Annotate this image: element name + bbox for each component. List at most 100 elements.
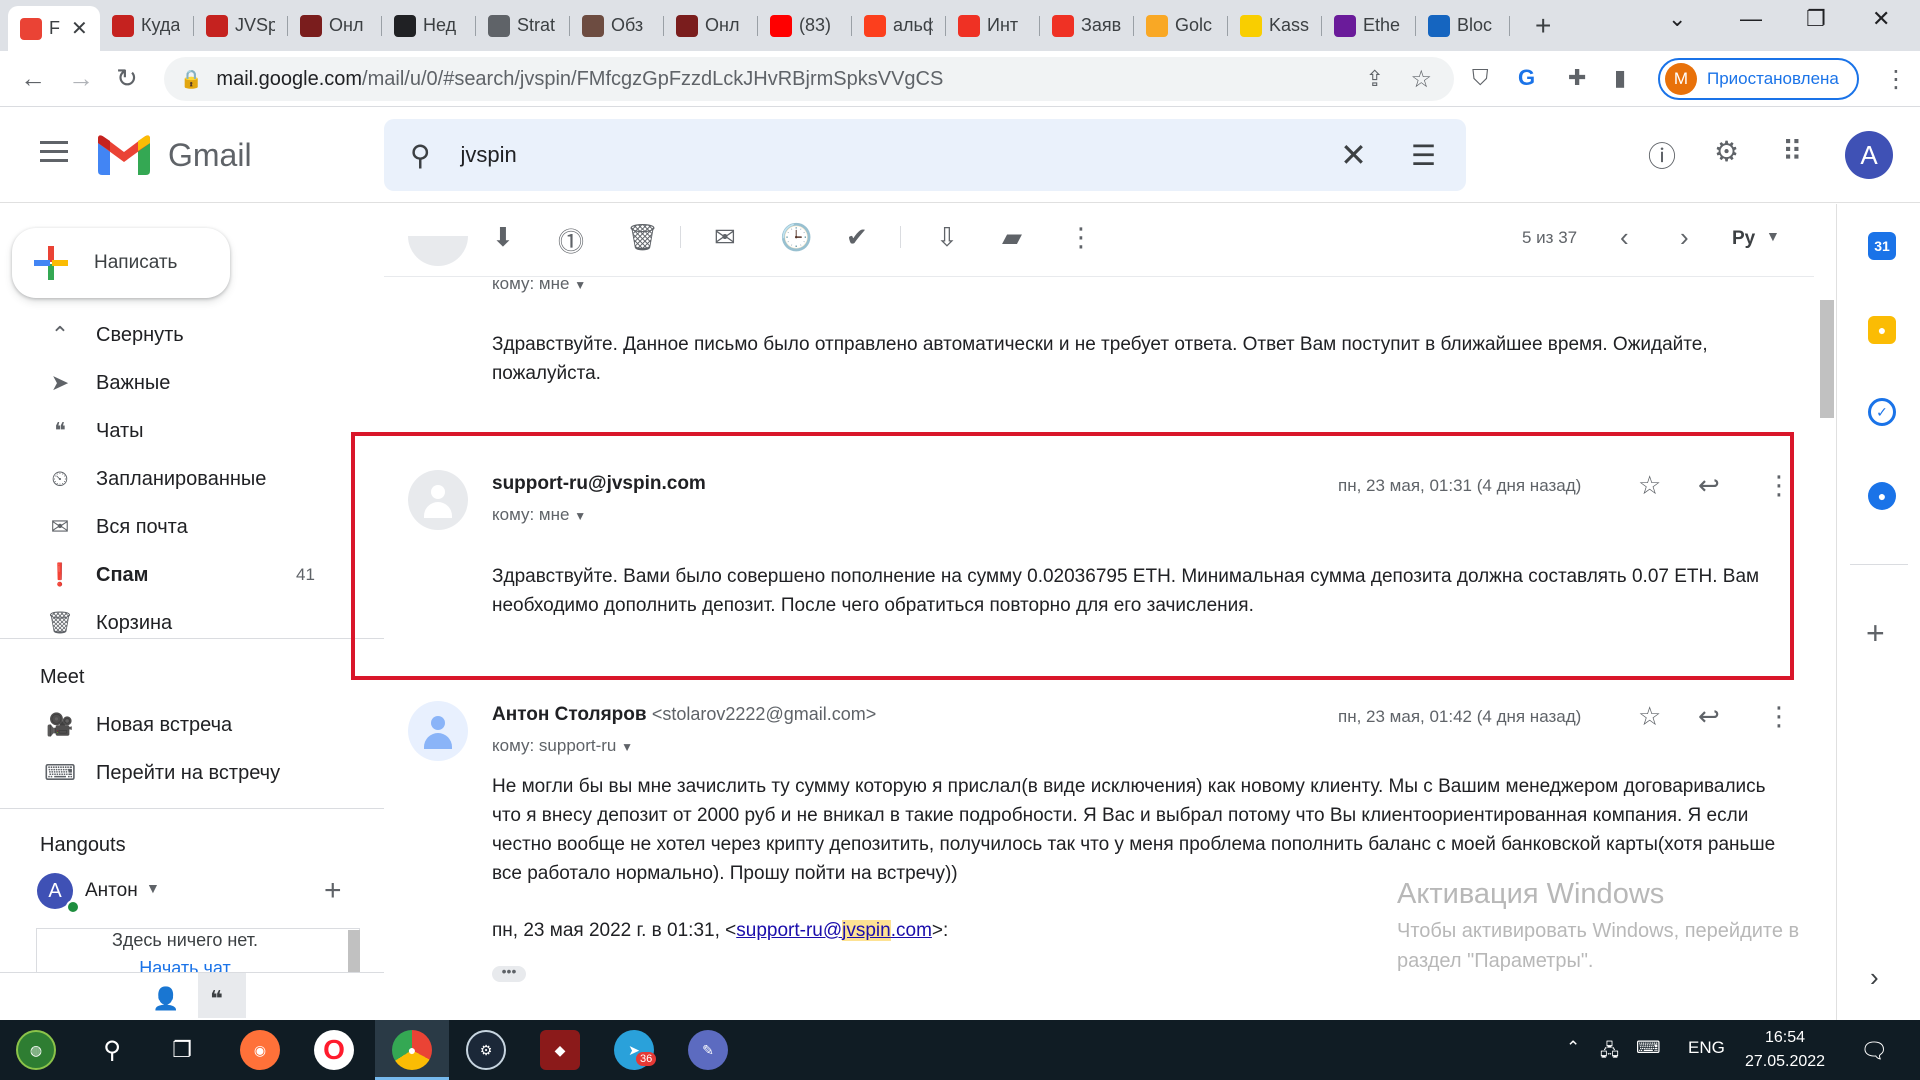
left-scrollbar[interactable] (348, 930, 360, 972)
tasks-icon[interactable]: ✓ (1868, 398, 1896, 426)
browser-tab[interactable]: альф (852, 8, 946, 43)
side-panel-icon[interactable]: ▮ (1614, 65, 1626, 91)
label-icon[interactable]: ▰ (1002, 222, 1022, 253)
shield-extension-icon[interactable]: ⛉ (1472, 65, 1489, 91)
new-tab-button[interactable]: + (1535, 10, 1551, 42)
browser-tab[interactable]: JVSp (194, 8, 288, 43)
browser-tab[interactable]: Ethe (1322, 8, 1416, 43)
restore-window-button[interactable]: ❐ (1806, 6, 1826, 32)
sidebar-item-spam[interactable]: ❗ Спам 41 (0, 553, 380, 597)
notifications-icon[interactable]: 🗨 (1860, 1038, 1888, 1064)
close-tab-icon[interactable]: ✕ (71, 16, 88, 41)
quoted-email-link[interactable]: support-ru@jvspin.com (736, 920, 932, 941)
compose-button[interactable]: Написать (12, 228, 230, 298)
search-input[interactable]: jvspin (461, 142, 1341, 168)
sender-name[interactable]: Антон Столяров <stolarov2222@gmail.com> (492, 704, 876, 726)
keyboard-icon[interactable]: ⌨ (1636, 1038, 1661, 1058)
search-icon[interactable]: ⚲ (410, 139, 431, 172)
browser-tab[interactable]: Bloc (1416, 8, 1510, 43)
sidebar-item-all-mail[interactable]: ✉ Вся почта (0, 505, 380, 549)
browser-tab[interactable]: Golc (1134, 8, 1228, 43)
recipient-line[interactable]: кому: мне ▼ (492, 274, 586, 294)
meet-item-video[interactable]: 🎥 Новая встреча (0, 703, 380, 747)
archive-icon[interactable]: ⬇ (492, 222, 514, 253)
opera-icon[interactable]: O (314, 1030, 354, 1070)
older-chevron-right-icon[interactable]: › (1680, 222, 1689, 253)
start-shell-icon[interactable]: ◍ (16, 1030, 56, 1070)
gmail-logo[interactable]: Gmail (98, 135, 252, 175)
forward-button[interactable]: → (68, 63, 94, 94)
input-language[interactable]: ENG (1688, 1038, 1725, 1058)
browser-tab[interactable]: Kass (1228, 8, 1322, 43)
browser-tab[interactable]: Онл (664, 8, 758, 43)
search-magnifier-icon[interactable]: ⚲ (92, 1030, 132, 1070)
clear-search-icon[interactable]: ✕ (1340, 136, 1367, 174)
mark-unread-icon[interactable]: ✉ (714, 222, 736, 253)
main-scrollbar[interactable] (1820, 300, 1834, 418)
close-window-button[interactable]: ✕ (1872, 6, 1890, 32)
browser-tab[interactable]: Обз (570, 8, 664, 43)
contacts-icon[interactable]: ● (1868, 482, 1896, 510)
meet-item-keyboard[interactable]: ⌨ Перейти на встречу (0, 751, 380, 795)
browser-tab[interactable]: Куда (100, 8, 194, 43)
show-trimmed-content-button[interactable]: ••• (492, 964, 526, 982)
mail-search-bar[interactable]: ⚲ jvspin ✕ ☰ (384, 119, 1466, 191)
sidebar-item-chat[interactable]: ❝ Чаты (0, 409, 380, 453)
network-icon[interactable]: 🖧 (1600, 1038, 1619, 1067)
sidebar-item-chevron-up[interactable]: ⌃ Свернуть (0, 313, 380, 357)
tab-search-chevron-icon[interactable]: ⌄ (1668, 6, 1686, 32)
system-clock[interactable]: 16:54 27.05.2022 (1740, 1026, 1830, 1074)
steam-icon[interactable]: ⚙ (466, 1030, 506, 1070)
paint-icon[interactable]: ✎ (688, 1030, 728, 1070)
star-icon[interactable]: ☆ (1638, 701, 1661, 732)
new-chat-plus-icon[interactable]: + (324, 874, 342, 908)
hangouts-chat-icon[interactable]: ❝ (210, 986, 223, 1012)
search-options-icon[interactable]: ☰ (1411, 139, 1436, 172)
start-chat-link[interactable]: Начать чат (0, 958, 370, 972)
report-spam-icon[interactable]: ⓵ (558, 222, 584, 259)
account-avatar[interactable]: A (1845, 131, 1893, 179)
newer-chevron-left-icon[interactable]: ‹ (1620, 222, 1629, 253)
input-tools-language[interactable]: Ру (1732, 228, 1755, 250)
sidebar-item-important-label[interactable]: ➤ Важные (0, 361, 380, 405)
more-actions-icon[interactable]: ⋮ (1068, 222, 1094, 253)
browser-tab[interactable]: Заяв (1040, 8, 1134, 43)
help-icon[interactable]: ⓘ (1648, 135, 1676, 175)
calendar-icon[interactable]: 31 (1868, 232, 1896, 260)
move-to-icon[interactable]: ⇩ (936, 222, 958, 253)
reload-button[interactable]: ↻ (116, 63, 138, 94)
apps-grid-icon[interactable]: ⠿ (1782, 135, 1803, 168)
back-button[interactable]: ← (20, 63, 46, 94)
tray-expand-chevron-icon[interactable]: ⌃ (1566, 1038, 1580, 1058)
delete-trash-icon[interactable]: 🗑 (626, 222, 659, 253)
browser-tab[interactable]: Инт (946, 8, 1040, 43)
browser-menu-icon[interactable]: ⋮ (1884, 65, 1908, 94)
contacts-person-icon[interactable]: 👤 (152, 986, 179, 1012)
main-menu-icon[interactable] (40, 141, 68, 168)
minimize-window-button[interactable]: — (1740, 6, 1762, 32)
address-bar[interactable]: 🔒 mail.google.com/mail/u/0/#search/jvspi… (164, 57, 1454, 101)
keep-icon[interactable]: ● (1868, 316, 1896, 344)
share-icon[interactable]: ⇪ (1366, 66, 1384, 92)
hangouts-user-name[interactable]: Антон (85, 880, 138, 902)
game-launcher-icon[interactable]: ◆ (540, 1030, 580, 1070)
hangouts-user-caret-icon[interactable]: ▼ (146, 880, 160, 896)
firefox-icon[interactable]: ◉ (240, 1030, 280, 1070)
message-more-icon[interactable]: ⋮ (1766, 701, 1792, 732)
snooze-clock-icon[interactable]: 🕒 (780, 222, 812, 253)
add-to-tasks-icon[interactable]: ✔ (846, 222, 868, 253)
bookmark-star-icon[interactable]: ☆ (1410, 65, 1432, 94)
translate-extension-icon[interactable]: G (1518, 65, 1535, 91)
get-addons-plus-icon[interactable]: + (1866, 615, 1885, 652)
chrome-icon[interactable]: ● (392, 1030, 432, 1070)
extensions-puzzle-icon[interactable]: ✚ (1568, 65, 1586, 91)
hide-side-panel-chevron-icon[interactable]: › (1870, 962, 1879, 993)
task-view-icon[interactable]: ❐ (162, 1030, 202, 1070)
browser-tab[interactable]: (83) (758, 8, 852, 43)
recipient-line[interactable]: кому: support-ru ▼ (492, 736, 633, 756)
browser-tab[interactable]: F ✕ (8, 6, 100, 51)
sidebar-item-scheduled[interactable]: ⏲ Запланированные (0, 457, 380, 501)
profile-button[interactable]: M Приостановлена (1658, 58, 1859, 100)
language-caret-icon[interactable]: ▼ (1766, 228, 1780, 244)
browser-tab[interactable]: Онл (288, 8, 382, 43)
